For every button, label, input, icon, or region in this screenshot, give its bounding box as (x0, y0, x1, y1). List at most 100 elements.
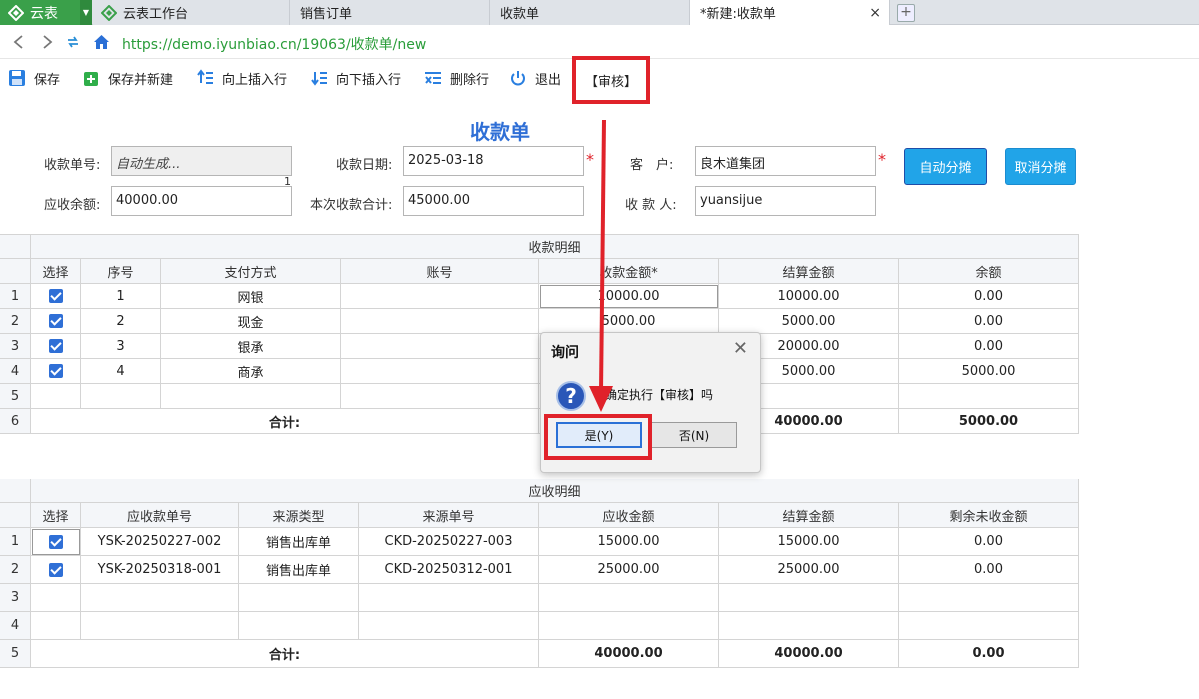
checkbox[interactable] (48, 289, 63, 303)
table-cell[interactable] (341, 334, 539, 359)
select-cell[interactable] (31, 612, 81, 640)
table-cell[interactable] (239, 612, 359, 640)
cancel-allocate-button[interactable]: 取消分摊 (1005, 148, 1076, 185)
tab-new-receipt[interactable]: *新建:收款单 × (690, 0, 890, 25)
close-icon[interactable]: × (869, 5, 881, 21)
checkbox[interactable] (48, 364, 63, 378)
column-header[interactable]: 选择 (31, 503, 81, 528)
select-cell[interactable] (31, 359, 81, 384)
forward-icon[interactable] (40, 35, 54, 49)
back-icon[interactable] (12, 35, 26, 49)
column-header[interactable]: 选择 (31, 259, 81, 284)
save-button[interactable]: 保存 (8, 68, 60, 88)
customer-field[interactable]: 良木道集团 (695, 146, 876, 176)
table-cell[interactable] (81, 584, 239, 612)
table-cell[interactable]: 0.00 (899, 334, 1079, 359)
select-cell[interactable] (31, 384, 81, 409)
balance-field[interactable]: 40000.00 (111, 186, 292, 216)
table-cell[interactable]: 5000.00 (539, 309, 719, 334)
table-cell[interactable]: 销售出库单 (239, 556, 359, 584)
table-cell[interactable]: 25000.00 (539, 556, 719, 584)
tab-sales-order[interactable]: 销售订单 (290, 0, 490, 25)
home-icon[interactable] (93, 34, 110, 50)
select-cell[interactable] (31, 528, 81, 556)
table-cell[interactable]: 网银 (161, 284, 341, 309)
table-cell[interactable]: 15000.00 (539, 528, 719, 556)
table-cell[interactable]: 10000.00 (539, 284, 719, 309)
table-cell[interactable] (239, 584, 359, 612)
date-field[interactable]: 2025-03-18 (403, 146, 584, 176)
column-header[interactable]: 应收款单号 (81, 503, 239, 528)
save-and-new-button[interactable]: 保存并新建 (82, 68, 173, 88)
checkbox[interactable] (48, 339, 63, 353)
table-cell[interactable]: 0.00 (899, 284, 1079, 309)
new-tab-icon[interactable]: + (897, 4, 915, 22)
url-text[interactable]: https://demo.iyunbiao.cn/19063/收款单/new (122, 34, 426, 54)
column-header[interactable]: 结算金额 (719, 259, 899, 284)
select-cell[interactable] (31, 334, 81, 359)
table-cell[interactable] (899, 612, 1079, 640)
table-cell[interactable] (161, 384, 341, 409)
delete-row-button[interactable]: 删除行 (424, 68, 489, 88)
total-field[interactable]: 45000.00 (403, 186, 584, 216)
table-cell[interactable]: 3 (81, 334, 161, 359)
checkbox[interactable] (48, 314, 63, 328)
table-cell[interactable] (81, 384, 161, 409)
receipt-no-field[interactable]: 自动生成... (111, 146, 292, 176)
app-menu[interactable]: 云表 (0, 0, 80, 25)
table-cell[interactable] (719, 584, 899, 612)
column-header[interactable]: 序号 (81, 259, 161, 284)
column-header[interactable]: 来源类型 (239, 503, 359, 528)
select-cell[interactable] (31, 584, 81, 612)
select-cell[interactable] (31, 556, 81, 584)
table-cell[interactable] (341, 359, 539, 384)
app-dropdown-icon[interactable]: ▼ (80, 0, 92, 25)
column-header[interactable]: 应收金额 (539, 503, 719, 528)
table-cell[interactable] (719, 612, 899, 640)
table-cell[interactable]: YSK-20250318-001 (81, 556, 239, 584)
table-cell[interactable]: 销售出库单 (239, 528, 359, 556)
table-cell[interactable] (341, 384, 539, 409)
table-cell[interactable] (359, 584, 539, 612)
table-cell[interactable]: 15000.00 (719, 528, 899, 556)
exit-button[interactable]: 退出 (509, 68, 561, 88)
table-cell[interactable]: 1 (81, 284, 161, 309)
column-header[interactable]: 来源单号 (359, 503, 539, 528)
tab-workbench[interactable]: 云表工作台 (93, 0, 290, 25)
table-cell[interactable] (539, 584, 719, 612)
table-cell[interactable] (539, 612, 719, 640)
no-button[interactable]: 否(N) (651, 422, 737, 448)
column-header[interactable]: 结算金额 (719, 503, 899, 528)
table-cell[interactable]: YSK-20250227-002 (81, 528, 239, 556)
table-cell[interactable]: 0.00 (899, 556, 1079, 584)
column-header[interactable]: 账号 (341, 259, 539, 284)
insert-row-below-button[interactable]: 向下插入行 (310, 68, 401, 88)
table-cell[interactable]: 4 (81, 359, 161, 384)
table-cell[interactable]: 0.00 (899, 528, 1079, 556)
table-cell[interactable]: 5000.00 (899, 359, 1079, 384)
table-cell[interactable] (341, 309, 539, 334)
close-icon[interactable]: ✕ (733, 338, 748, 359)
table-cell[interactable]: 商承 (161, 359, 341, 384)
table-cell[interactable]: CKD-20250227-003 (359, 528, 539, 556)
checkbox[interactable] (48, 534, 63, 549)
tab-receipt[interactable]: 收款单 (490, 0, 690, 25)
column-header[interactable]: 支付方式 (161, 259, 341, 284)
table-cell[interactable]: 现金 (161, 309, 341, 334)
column-header[interactable]: 收款金额* (539, 259, 719, 284)
column-header[interactable]: 剩余未收金额 (899, 503, 1079, 528)
table-cell[interactable]: 10000.00 (719, 284, 899, 309)
insert-row-above-button[interactable]: 向上插入行 (196, 68, 287, 88)
table-cell[interactable] (359, 612, 539, 640)
refresh-icon[interactable] (66, 35, 80, 49)
table-cell[interactable]: 0.00 (899, 309, 1079, 334)
table-cell[interactable] (81, 612, 239, 640)
auto-allocate-button[interactable]: 自动分摊 (904, 148, 987, 185)
table-cell[interactable]: 5000.00 (719, 309, 899, 334)
table-cell[interactable]: CKD-20250312-001 (359, 556, 539, 584)
payee-field[interactable]: yuansijue (695, 186, 876, 216)
column-header[interactable]: 余额 (899, 259, 1079, 284)
table-cell[interactable] (341, 284, 539, 309)
checkbox[interactable] (48, 562, 63, 577)
table-cell[interactable]: 2 (81, 309, 161, 334)
